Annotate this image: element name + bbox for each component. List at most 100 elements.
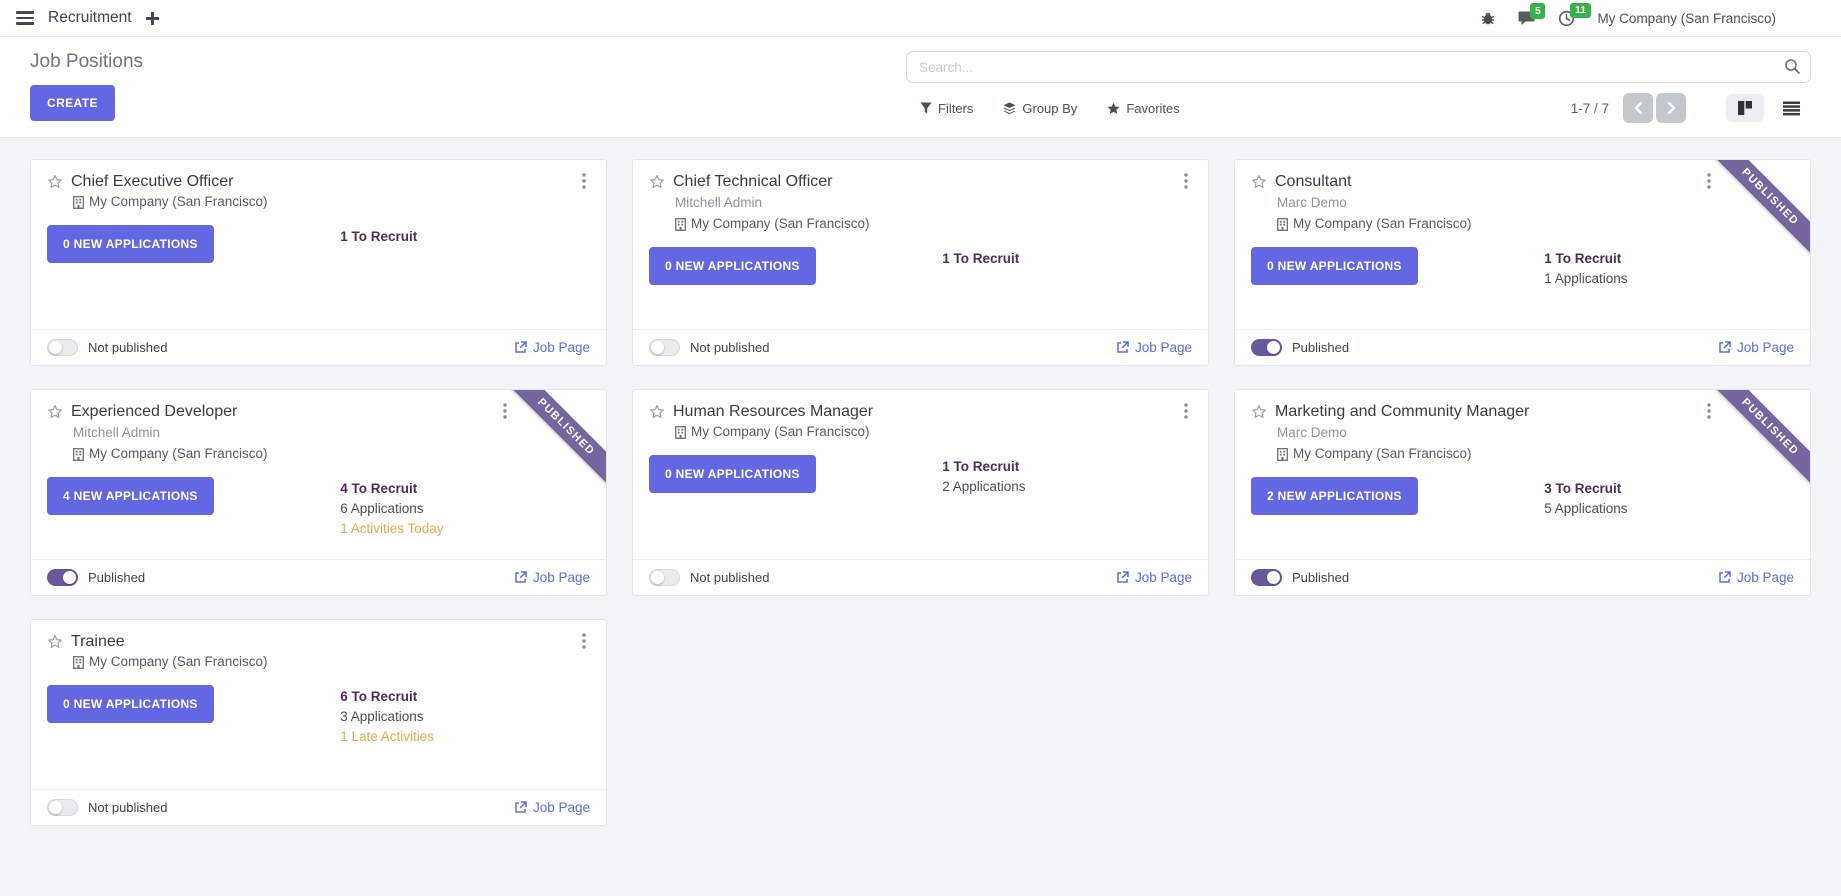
chevron-left-icon — [1634, 102, 1643, 114]
favorite-star-icon[interactable] — [47, 404, 63, 420]
job-title[interactable]: Consultant — [1275, 173, 1352, 191]
kebab-menu-icon[interactable] — [1177, 401, 1195, 421]
to-recruit-stat[interactable]: 1 To Recruit — [942, 249, 1192, 269]
new-applications-button[interactable]: 0 NEW APPLICATIONS — [649, 455, 816, 493]
publish-toggle[interactable]: Not published — [649, 569, 770, 586]
pager-previous-button[interactable] — [1623, 93, 1653, 123]
company-name: My Company (San Francisco) — [1293, 444, 1472, 464]
bug-icon[interactable] — [1480, 10, 1496, 26]
new-applications-button[interactable]: 0 NEW APPLICATIONS — [47, 685, 214, 723]
favorite-star-icon[interactable] — [1251, 404, 1267, 420]
company-name: My Company (San Francisco) — [691, 214, 870, 234]
job-page-link[interactable]: Job Page — [1718, 570, 1794, 585]
user-avatar[interactable] — [1798, 5, 1825, 32]
top-navbar: Recruitment 5 11 My Company (San Francis… — [0, 0, 1841, 37]
applications-stat[interactable]: 1 Applications — [1544, 269, 1794, 289]
to-recruit-stat[interactable]: 3 To Recruit — [1544, 479, 1794, 499]
publish-toggle[interactable]: Published — [1251, 569, 1349, 586]
search-input[interactable] — [906, 51, 1811, 83]
hamburger-menu-icon[interactable] — [16, 11, 34, 25]
new-applications-button[interactable]: 4 NEW APPLICATIONS — [47, 477, 214, 515]
external-link-icon — [514, 571, 527, 584]
activities-stat[interactable]: 1 Late Activities — [340, 727, 590, 747]
create-button[interactable]: CREATE — [30, 85, 115, 121]
kebab-menu-icon[interactable] — [575, 171, 593, 191]
company-switcher[interactable]: My Company (San Francisco) — [1597, 11, 1776, 26]
to-recruit-stat[interactable]: 1 To Recruit — [340, 227, 590, 247]
activities-clock-icon[interactable]: 11 — [1558, 10, 1575, 27]
to-recruit-stat[interactable]: 4 To Recruit — [340, 479, 590, 499]
job-title[interactable]: Experienced Developer — [71, 403, 237, 421]
toggle-switch-off[interactable] — [47, 799, 78, 816]
favorite-star-icon[interactable] — [47, 174, 63, 190]
favorite-star-icon[interactable] — [47, 634, 63, 650]
job-card[interactable]: PUBLISHED Marketing and Community Manage… — [1234, 389, 1811, 596]
job-page-link[interactable]: Job Page — [514, 570, 590, 585]
app-name[interactable]: Recruitment — [48, 9, 132, 27]
external-link-icon — [1718, 571, 1731, 584]
job-title[interactable]: Chief Executive Officer — [71, 173, 233, 191]
publish-toggle[interactable]: Not published — [649, 339, 770, 356]
job-card[interactable]: Chief Technical Officer Mitchell Admin M… — [632, 159, 1209, 366]
favorite-star-icon[interactable] — [649, 404, 665, 420]
new-applications-button[interactable]: 0 NEW APPLICATIONS — [1251, 247, 1418, 285]
group-by-button[interactable]: Group By — [1003, 101, 1077, 116]
favorites-button[interactable]: Favorites — [1107, 101, 1179, 116]
to-recruit-stat[interactable]: 1 To Recruit — [942, 457, 1192, 477]
job-title[interactable]: Chief Technical Officer — [673, 173, 832, 191]
job-page-link[interactable]: Job Page — [514, 340, 590, 355]
recruiter-name: Marc Demo — [1277, 193, 1794, 213]
toggle-switch-off[interactable] — [649, 569, 680, 586]
applications-stat[interactable]: 2 Applications — [942, 477, 1192, 497]
job-page-link[interactable]: Job Page — [514, 800, 590, 815]
activities-stat[interactable]: 1 Activities Today — [340, 519, 590, 539]
toggle-switch-on[interactable] — [1251, 569, 1282, 586]
toggle-switch-off[interactable] — [649, 339, 680, 356]
applications-stat[interactable]: 6 Applications — [340, 499, 590, 519]
toggle-switch-on[interactable] — [1251, 339, 1282, 356]
list-view-button[interactable] — [1772, 95, 1811, 122]
messages-icon[interactable]: 5 — [1518, 10, 1536, 26]
card-footer: Published Job Page — [31, 559, 606, 595]
job-card[interactable]: Trainee My Company (San Francisco) 0 NEW… — [30, 619, 607, 826]
recruiter-name: Mitchell Admin — [675, 193, 1192, 213]
job-page-link[interactable]: Job Page — [1116, 570, 1192, 585]
kebab-menu-icon[interactable] — [1177, 171, 1195, 191]
kebab-menu-icon[interactable] — [496, 401, 514, 421]
new-applications-button[interactable]: 0 NEW APPLICATIONS — [47, 225, 214, 263]
to-recruit-stat[interactable]: 6 To Recruit — [340, 687, 590, 707]
chevron-right-icon — [1667, 102, 1676, 114]
publish-toggle[interactable]: Not published — [47, 799, 168, 816]
job-page-link[interactable]: Job Page — [1116, 340, 1192, 355]
kebab-menu-icon[interactable] — [1700, 171, 1718, 191]
job-card[interactable]: PUBLISHED Experienced Developer Mitchell… — [30, 389, 607, 596]
job-title[interactable]: Human Resources Manager — [673, 403, 873, 421]
applications-stat[interactable]: 3 Applications — [340, 707, 590, 727]
pager-next-button[interactable] — [1656, 93, 1686, 123]
job-card[interactable]: Human Resources Manager My Company (San … — [632, 389, 1209, 596]
plus-icon[interactable] — [146, 12, 159, 25]
job-card[interactable]: PUBLISHED Consultant Marc Demo My Compan… — [1234, 159, 1811, 366]
job-title[interactable]: Trainee — [71, 633, 125, 651]
job-card[interactable]: Chief Executive Officer My Company (San … — [30, 159, 607, 366]
publish-toggle[interactable]: Not published — [47, 339, 168, 356]
to-recruit-stat[interactable]: 1 To Recruit — [1544, 249, 1794, 269]
applications-stat[interactable]: 5 Applications — [1544, 499, 1794, 519]
new-applications-button[interactable]: 2 NEW APPLICATIONS — [1251, 477, 1418, 515]
publish-toggle[interactable]: Published — [47, 569, 145, 586]
new-applications-button[interactable]: 0 NEW APPLICATIONS — [649, 247, 816, 285]
filters-button[interactable]: Filters — [920, 101, 973, 116]
favorite-star-icon[interactable] — [649, 174, 665, 190]
toggle-switch-off[interactable] — [47, 339, 78, 356]
kanban-view-button[interactable] — [1726, 94, 1764, 122]
publish-toggle[interactable]: Published — [1251, 339, 1349, 356]
job-title[interactable]: Marketing and Community Manager — [1275, 403, 1529, 421]
publish-state-label: Not published — [690, 570, 770, 585]
job-page-link[interactable]: Job Page — [1718, 340, 1794, 355]
toggle-switch-on[interactable] — [47, 569, 78, 586]
kebab-menu-icon[interactable] — [575, 631, 593, 651]
kebab-menu-icon[interactable] — [1700, 401, 1718, 421]
messages-count-badge: 5 — [1530, 3, 1545, 19]
favorite-star-icon[interactable] — [1251, 174, 1267, 190]
search-icon[interactable] — [1784, 58, 1801, 80]
